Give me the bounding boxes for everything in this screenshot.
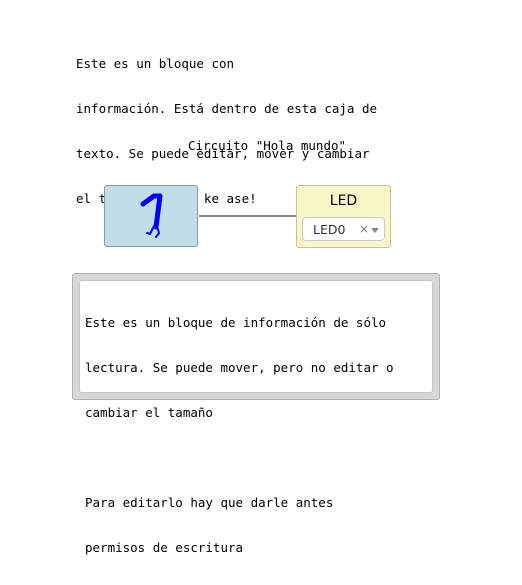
digital-one-icon <box>140 193 163 238</box>
led-select[interactable]: LED0 × <box>302 217 385 241</box>
readonly-text: Este es un bloque de información de sólo… <box>85 285 394 585</box>
readonly-text-line: lectura. Se puede mover, pero no editar … <box>85 360 394 375</box>
led-block[interactable]: LED LED0 × <box>296 185 391 248</box>
clear-icon[interactable]: × <box>359 221 369 237</box>
info-text-line: información. Está dentro de esta caja de <box>76 101 378 116</box>
readonly-text-line: Para editarlo hay que darle antes <box>85 495 334 510</box>
readonly-text-line: Este es un bloque de información de sólo <box>85 315 387 330</box>
circuit-title[interactable]: Circuito "Hola mundo" <box>188 138 346 153</box>
readonly-text-area: Este es un bloque de información de sólo… <box>79 280 433 555</box>
readonly-text-line: permisos de escritura <box>85 540 244 555</box>
readonly-text-line: cambiar el tamaño <box>85 405 213 420</box>
led-block-title: LED <box>329 193 358 209</box>
led-select-value: LED0 <box>313 222 346 237</box>
info-text-line: Este es un bloque con <box>76 56 235 71</box>
readonly-text-line: ​ <box>85 450 394 465</box>
connection-wire[interactable] <box>199 215 297 217</box>
chevron-down-icon[interactable] <box>371 228 379 233</box>
readonly-info-block[interactable]: Este es un bloque de información de sólo… <box>72 273 440 555</box>
digital-input-block[interactable] <box>104 185 198 247</box>
